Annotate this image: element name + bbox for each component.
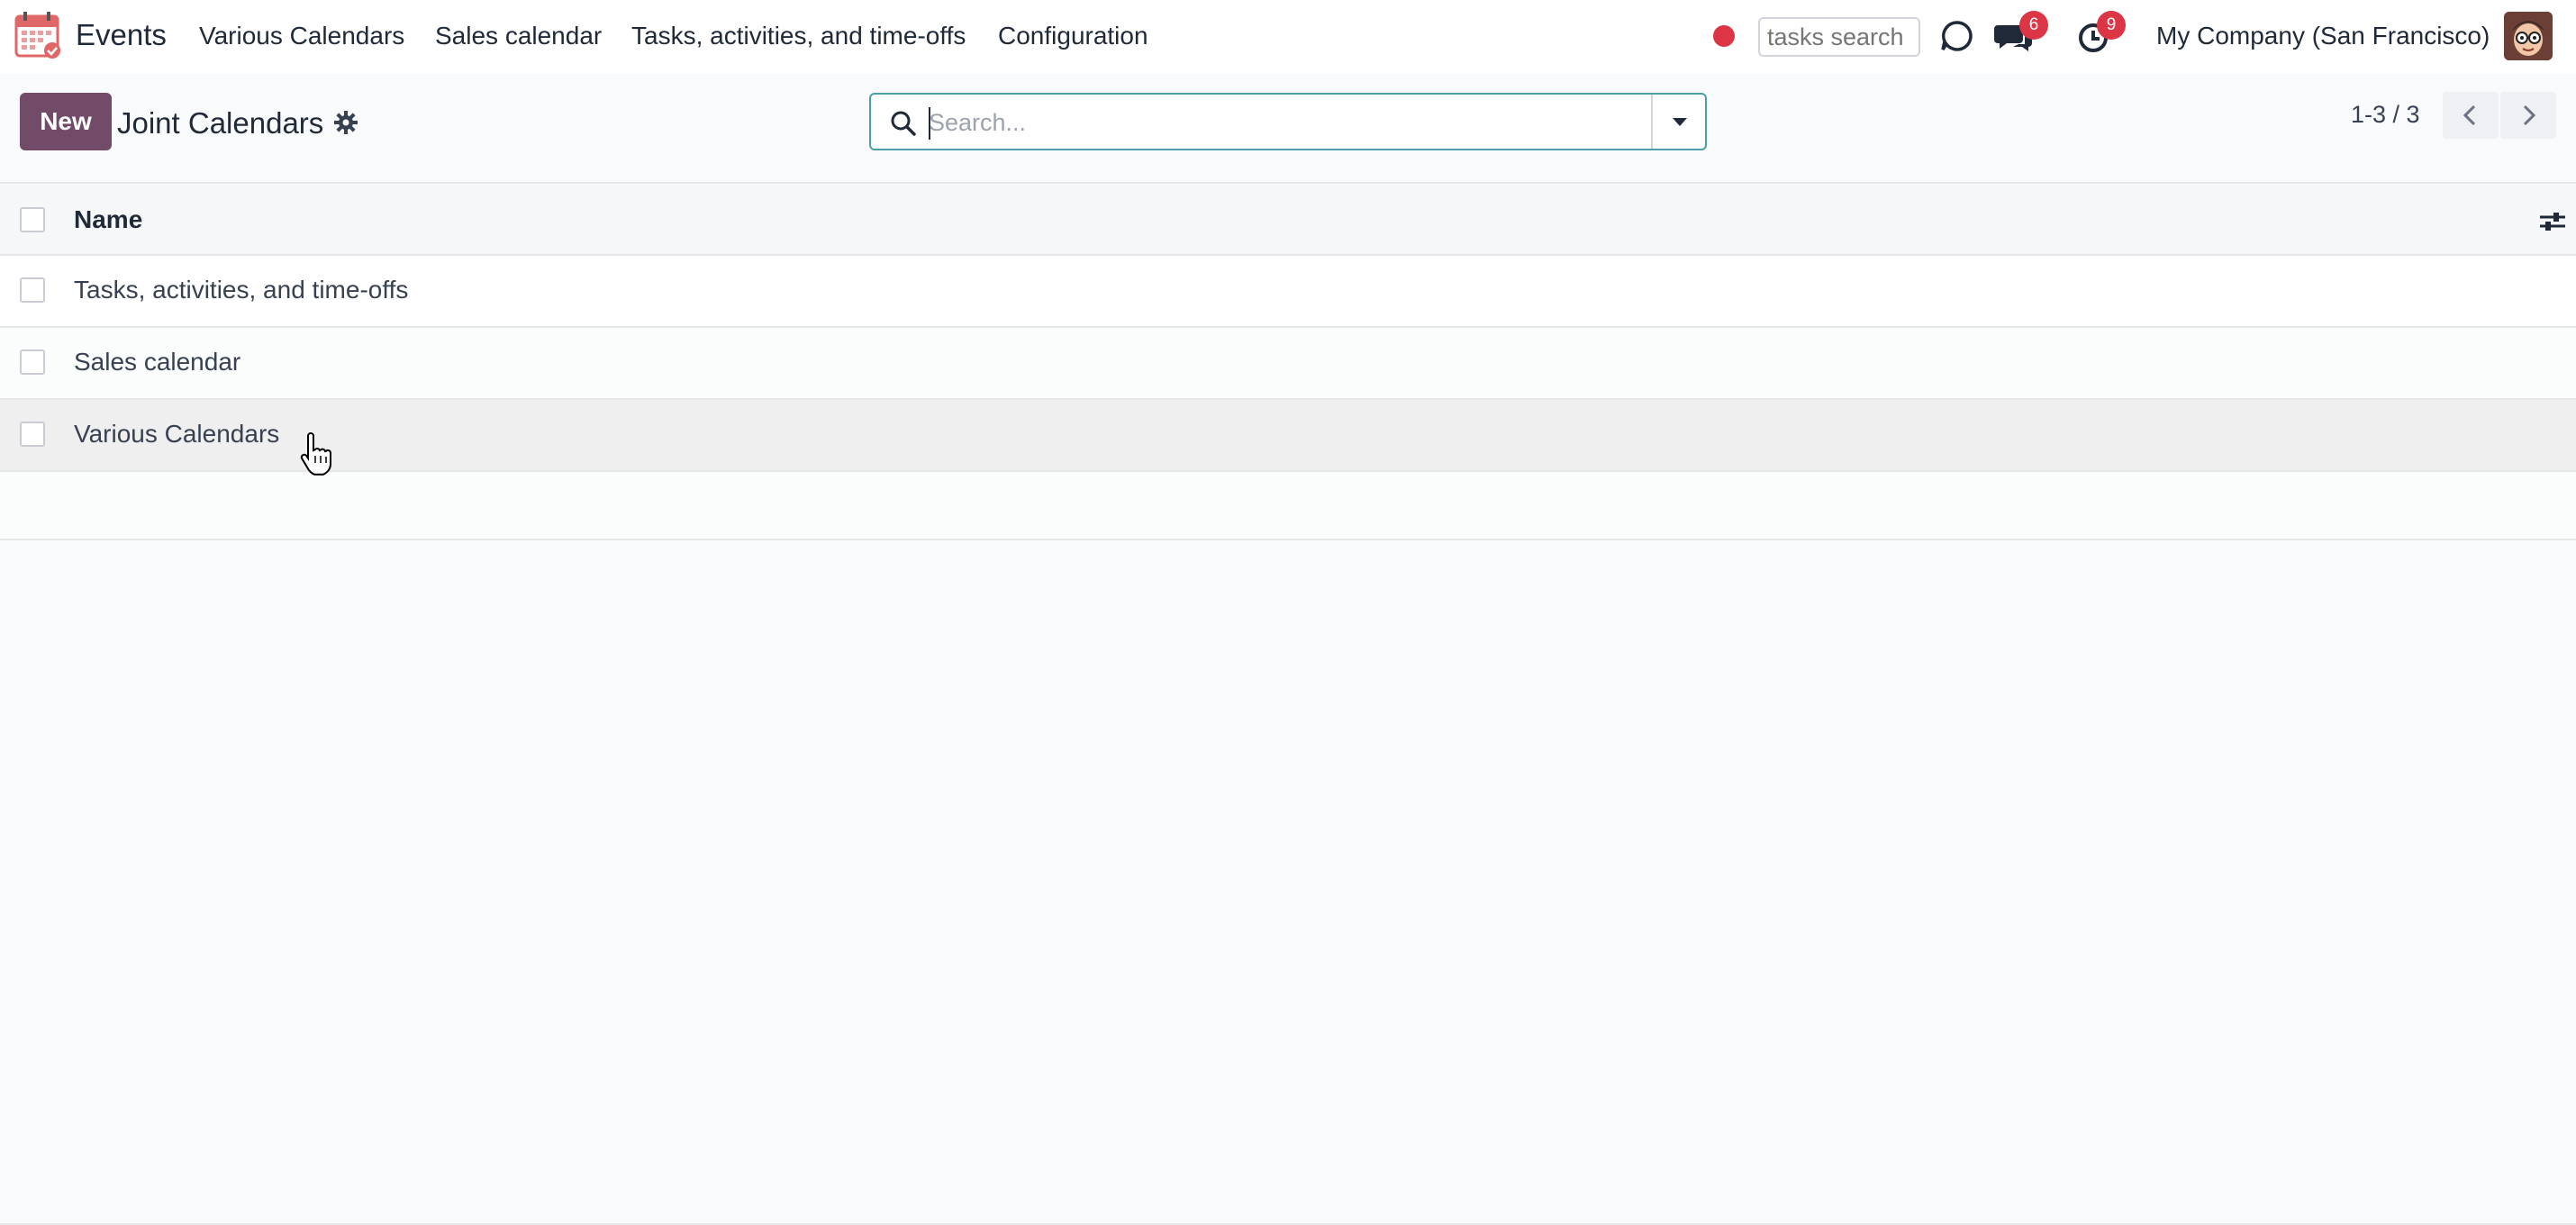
app-name[interactable]: Events [76,18,167,52]
select-all-checkbox[interactable] [20,207,45,232]
table-row[interactable]: Tasks, activities, and time-offs [0,256,2576,328]
column-header-name[interactable]: Name [74,205,142,234]
hand-pointer-cursor-icon [300,432,331,476]
menu-tasks-activities-timeoffs[interactable]: Tasks, activities, and time-offs [631,22,966,50]
activities-count-badge: 9 [2097,11,2126,40]
pager-value[interactable]: 1-3 / 3 [2351,101,2420,129]
search-icon [891,111,916,136]
new-button[interactable]: New [20,93,112,150]
search-options-toggle[interactable] [1651,95,1705,149]
tasks-search-input[interactable] [1758,17,1920,57]
gear-icon[interactable] [333,110,358,135]
menu-configuration[interactable]: Configuration [998,22,1148,50]
menu-various-calendars[interactable]: Various Calendars [199,22,404,50]
table-row[interactable]: Sales calendar [0,328,2576,400]
text-caret [929,107,930,140]
recording-dot-icon[interactable] [1713,25,1735,47]
voip-phone-icon[interactable] [1939,18,1975,54]
optional-columns-icon[interactable] [2538,209,2567,234]
search-bar[interactable] [869,93,1707,150]
row-name[interactable]: Sales calendar [74,348,240,377]
menu-sales-calendar[interactable]: Sales calendar [435,22,602,50]
chevron-left-icon [2463,104,2476,126]
table-header: Name [0,182,2576,256]
table-empty-row [0,472,2576,540]
row-name[interactable]: Various Calendars [74,420,279,449]
row-checkbox[interactable] [20,422,45,447]
row-name[interactable]: Tasks, activities, and time-offs [74,276,408,304]
user-avatar[interactable] [2504,12,2553,60]
page-title: Joint Calendars [117,106,324,140]
pager-next-button[interactable] [2500,92,2556,139]
avatar-face-icon [2504,12,2553,60]
row-checkbox[interactable] [20,277,45,303]
calendar-app-icon[interactable] [14,11,61,59]
pager-previous-button[interactable] [2443,92,2499,139]
row-checkbox[interactable] [20,349,45,375]
caret-down-icon [1673,118,1687,126]
table-row[interactable]: Various Calendars [0,400,2576,472]
search-input[interactable] [929,104,1613,141]
chevron-right-icon [2523,104,2536,126]
company-switcher[interactable]: My Company (San Francisco) [2156,22,2490,50]
messages-count-badge: 6 [2019,11,2048,40]
top-navbar: Events Various Calendars Sales calendar … [0,0,2576,74]
